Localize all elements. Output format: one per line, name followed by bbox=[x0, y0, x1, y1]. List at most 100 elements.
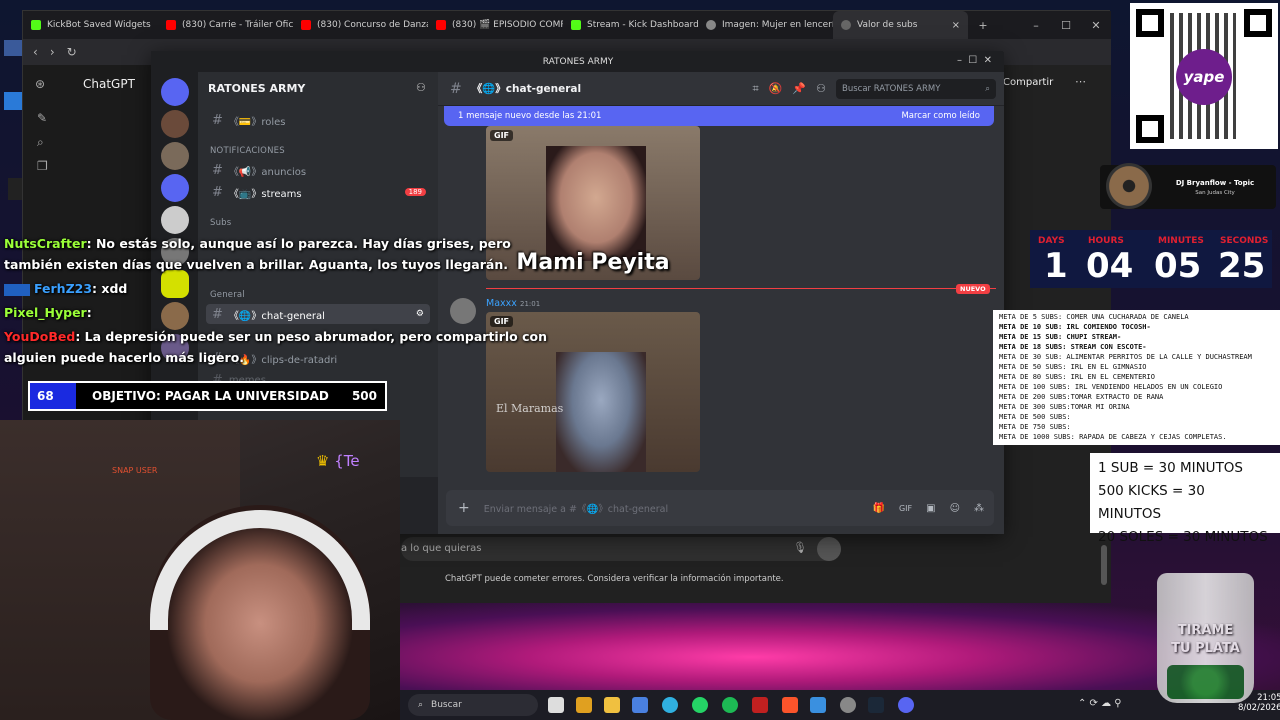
store-icon[interactable] bbox=[632, 697, 648, 713]
goal-item: META DE 50 SUBS: IRL EN EL GIMNASIO bbox=[999, 363, 1147, 371]
category-notificaciones[interactable]: NOTIFICACIONES bbox=[210, 146, 285, 156]
server-icon[interactable] bbox=[161, 174, 189, 202]
taskbar-search[interactable]: ⌕ Buscar bbox=[408, 694, 538, 716]
voice-mode-icon[interactable] bbox=[817, 537, 841, 561]
search-icon[interactable]: ⌕ bbox=[37, 135, 44, 150]
tab[interactable]: (830) 🎬 EPISODIO COMPLE bbox=[428, 11, 563, 39]
threads-icon[interactable]: ⌗ bbox=[753, 82, 759, 96]
tab[interactable]: Imagen: Mujer en lencería p bbox=[698, 11, 833, 39]
channel-streams[interactable]: # 《📺》streams 189 bbox=[206, 182, 430, 202]
whatsapp-icon[interactable] bbox=[692, 697, 708, 713]
library-icon[interactable]: ❐ bbox=[37, 159, 48, 173]
qr-finder bbox=[1244, 9, 1272, 37]
channel-roles[interactable]: # 《💳》roles bbox=[206, 110, 430, 130]
add-attachment-icon[interactable]: + bbox=[458, 500, 470, 516]
tab[interactable]: KickBot Saved Widgets× bbox=[23, 11, 158, 39]
widget-icon[interactable] bbox=[576, 697, 592, 713]
members-icon[interactable]: ⚇ bbox=[816, 82, 826, 95]
forward-icon[interactable]: › bbox=[50, 45, 55, 59]
goal-item: META DE 300 SUBS:TOMAR MI ORINA bbox=[999, 403, 1130, 411]
close-icon[interactable]: × bbox=[952, 20, 960, 31]
category-subs[interactable]: Subs bbox=[210, 218, 231, 228]
taskbar-search-label: Buscar bbox=[431, 700, 462, 710]
gif-image[interactable]: GIF Mami Peyita bbox=[486, 126, 700, 280]
stream-chat-line: también existen días que vuelven a brill… bbox=[4, 257, 508, 272]
openai-logo-icon[interactable]: ⊛ bbox=[35, 77, 45, 91]
qr-finder bbox=[1136, 115, 1164, 143]
desktop-icon[interactable] bbox=[4, 40, 22, 56]
add-member-icon[interactable]: ⚇ bbox=[416, 81, 426, 94]
gif-tag: GIF bbox=[490, 130, 514, 141]
gif-icon[interactable]: GIF bbox=[899, 504, 912, 513]
discord-icon[interactable] bbox=[898, 697, 914, 713]
goal-item: META DE 750 SUBS: bbox=[999, 423, 1071, 431]
microphone-icon[interactable]: 🎙 bbox=[793, 541, 807, 554]
obs-icon[interactable] bbox=[840, 697, 856, 713]
server-icon[interactable] bbox=[161, 206, 189, 234]
emoji-icon[interactable]: ☺ bbox=[950, 503, 960, 514]
tab-active[interactable]: Valor de subs × bbox=[833, 11, 968, 39]
timer-label: SECONDS bbox=[1220, 236, 1269, 246]
desktop-icon[interactable] bbox=[8, 178, 22, 200]
share-button[interactable]: Compartir bbox=[1003, 77, 1053, 88]
chat-username: FerhZ23 bbox=[34, 281, 93, 296]
chat-text: alguien puede hacerlo más ligero. bbox=[4, 350, 245, 365]
minimize-icon[interactable]: – bbox=[1021, 19, 1051, 32]
tab-label: (830) Carrie - Tráiler Oficial e bbox=[182, 20, 293, 30]
discord-home-icon[interactable] bbox=[161, 78, 189, 106]
message-author[interactable]: Maxxx bbox=[486, 298, 517, 309]
discord-window-controls[interactable]: – ☐ ✕ bbox=[957, 55, 992, 66]
tab[interactable]: (830) Concurso de Danzas C bbox=[293, 11, 428, 39]
steam-icon[interactable] bbox=[868, 697, 884, 713]
sub-goals-list: META DE 5 SUBS: COMER UNA CUCHARADA DE C… bbox=[993, 310, 1280, 445]
new-chat-icon[interactable]: ✎ bbox=[37, 111, 47, 125]
gift-icon[interactable]: 🎁 bbox=[872, 503, 884, 514]
avatar[interactable] bbox=[450, 298, 476, 324]
tray-icons[interactable]: ⌃ ⟳ ☁ ⚲ bbox=[1078, 698, 1122, 709]
app-title[interactable]: ChatGPT bbox=[83, 77, 135, 91]
pin-icon[interactable]: 📌 bbox=[792, 82, 806, 95]
spotify-icon[interactable] bbox=[722, 697, 738, 713]
tab[interactable]: (830) Carrie - Tráiler Oficial e bbox=[158, 11, 293, 39]
maximize-icon[interactable]: ☐ bbox=[1051, 19, 1081, 32]
hash-icon: # bbox=[212, 306, 223, 322]
server-icon[interactable] bbox=[161, 110, 189, 138]
close-window-icon[interactable]: ✕ bbox=[1081, 19, 1111, 32]
more-icon[interactable]: ⋯ bbox=[1075, 75, 1086, 88]
scrollbar[interactable] bbox=[1101, 545, 1107, 585]
server-icon[interactable] bbox=[161, 302, 189, 330]
qr-finder bbox=[1136, 9, 1164, 37]
new-tab-icon[interactable]: + bbox=[968, 19, 998, 32]
channel-chat-general[interactable]: # 《🌐》chat-general ⚙ bbox=[206, 304, 430, 324]
game-icon[interactable] bbox=[752, 697, 768, 713]
task-view-icon[interactable] bbox=[548, 697, 564, 713]
message-input[interactable]: + Enviar mensaje a #《🌐》chat-general 🎁 GI… bbox=[446, 490, 994, 526]
mark-read-button[interactable]: Marcar como leído bbox=[901, 111, 980, 121]
desktop-icon[interactable] bbox=[4, 92, 22, 110]
channel-anuncios[interactable]: # 《📢》anuncios bbox=[206, 160, 430, 180]
server-icon[interactable] bbox=[161, 142, 189, 170]
sticker-icon[interactable]: ▣ bbox=[926, 503, 935, 514]
file-explorer-icon[interactable] bbox=[604, 697, 620, 713]
tab[interactable]: Stream - Kick Dashboard bbox=[563, 11, 698, 39]
settings-icon[interactable]: ⚙ bbox=[416, 309, 424, 319]
objective-progress: 68 bbox=[30, 383, 76, 409]
notes-icon[interactable] bbox=[810, 697, 826, 713]
unread-badge: 189 bbox=[404, 188, 426, 196]
notification-bell-icon[interactable]: 🔕 bbox=[769, 82, 783, 95]
category-general[interactable]: General bbox=[210, 290, 245, 300]
server-icon[interactable] bbox=[161, 270, 189, 298]
new-messages-bar[interactable]: 1 mensaje nuevo desde las 21:01 Marcar c… bbox=[444, 106, 994, 126]
chat-text: : No estás solo, aunque así lo parezca. … bbox=[86, 236, 511, 251]
reload-icon[interactable]: ↻ bbox=[67, 45, 77, 59]
apps-icon[interactable]: ⁂ bbox=[974, 503, 984, 514]
edge-icon[interactable] bbox=[662, 697, 678, 713]
search-input[interactable]: Buscar RATONES ARMY ⌕ bbox=[836, 78, 996, 99]
back-icon[interactable]: ‹ bbox=[33, 45, 38, 59]
goal-item: META DE 5 SUBS: COMER UNA CUCHARADA DE C… bbox=[999, 313, 1189, 321]
server-name[interactable]: RATONES ARMY bbox=[208, 82, 305, 95]
brave-icon[interactable] bbox=[782, 697, 798, 713]
tab-label: Valor de subs bbox=[857, 20, 918, 30]
tab-label: (830) 🎬 EPISODIO COMPLE bbox=[452, 20, 563, 30]
prompt-input[interactable]: a lo que quieras 🎙 bbox=[401, 537, 841, 561]
